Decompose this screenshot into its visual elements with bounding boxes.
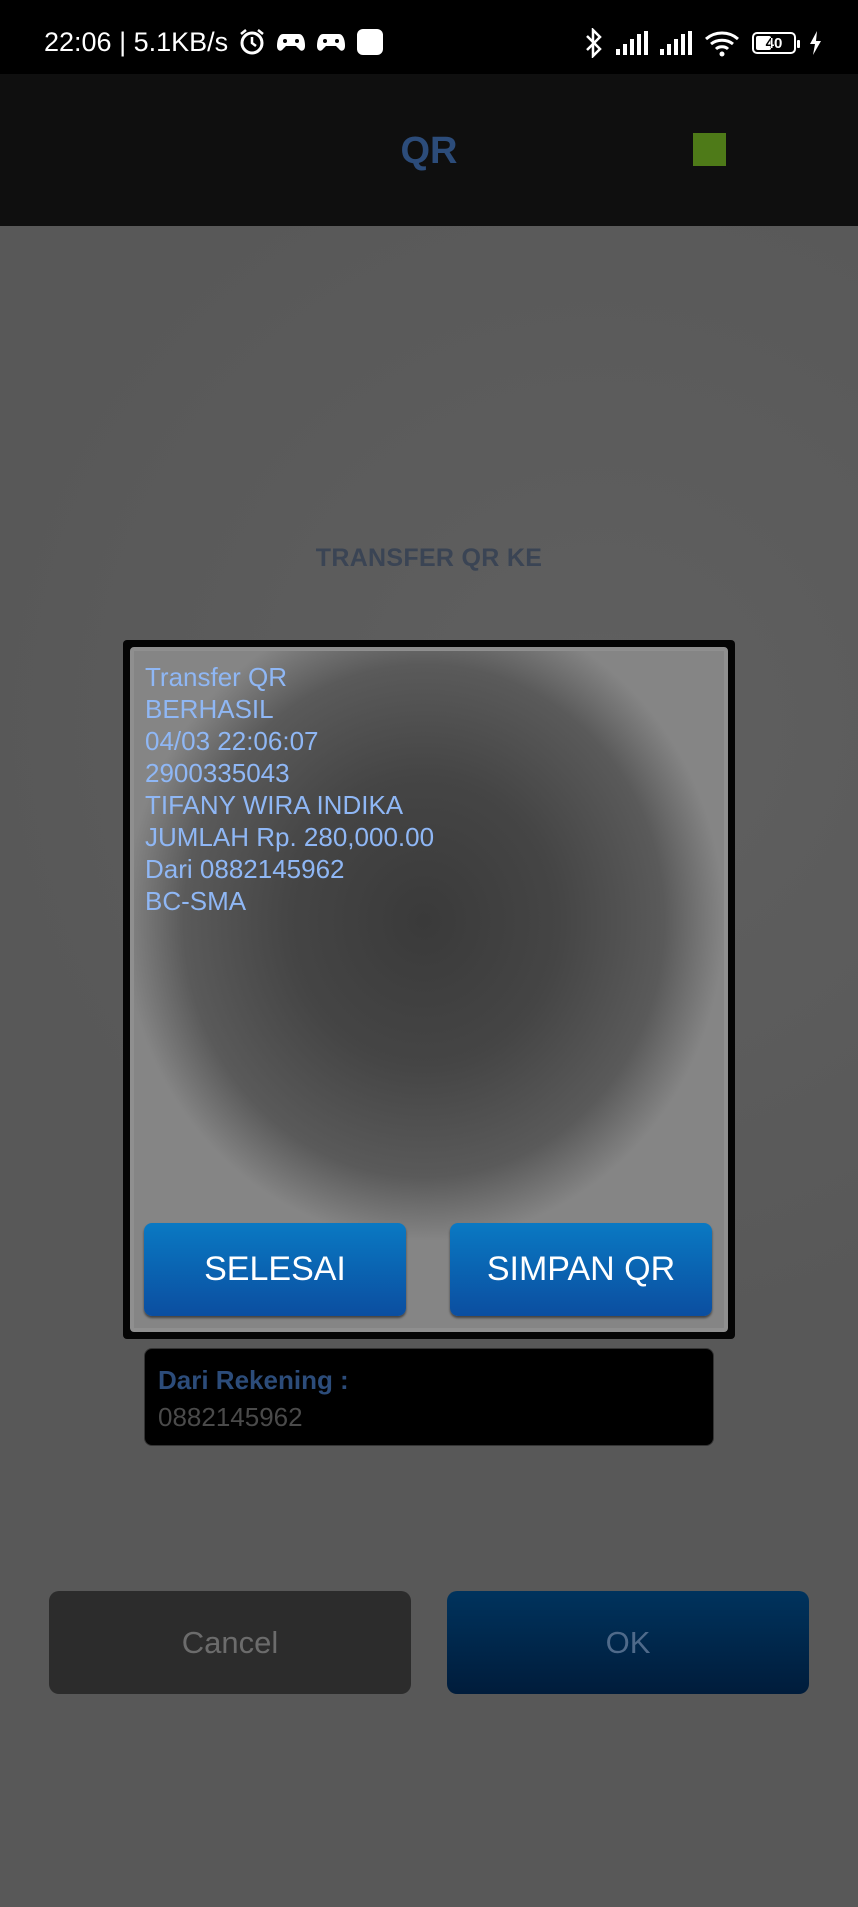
signal-icon — [616, 31, 648, 55]
battery-level: 40 — [765, 34, 783, 52]
dialog-panel: Transfer QR BERHASIL 04/03 22:06:07 2900… — [130, 647, 728, 1332]
signal-icon — [660, 31, 692, 55]
game-controller-icon — [276, 30, 306, 54]
receipt-line: TIFANY WIRA INDIKA — [145, 790, 404, 820]
status-indicator — [693, 133, 726, 166]
done-button[interactable]: SELESAI — [144, 1223, 406, 1316]
status-bar: 22:06 | 5.1KB/s 40 — [0, 0, 858, 74]
alarm-icon — [238, 28, 266, 56]
status-time-speed: 22:06 | 5.1KB/s — [44, 26, 229, 57]
status-right: 40 — [584, 28, 822, 58]
receipt-line: 04/03 22:06:07 — [145, 726, 319, 756]
save-qr-button[interactable]: SIMPAN QR — [450, 1223, 712, 1316]
app-header: QR — [0, 74, 858, 226]
receipt-line: Dari 0882145962 — [145, 854, 345, 884]
page-title: QR — [400, 130, 458, 172]
receipt-line: BERHASIL — [145, 694, 274, 724]
bluetooth-icon — [584, 28, 604, 58]
cancel-button[interactable]: Cancel — [49, 1591, 411, 1694]
game-controller-icon — [316, 30, 346, 54]
receipt-line: Transfer QR — [145, 662, 288, 692]
wifi-icon — [704, 29, 740, 57]
charging-icon — [808, 30, 822, 56]
receipt-line: 2900335043 — [145, 758, 290, 788]
from-account-label: Dari Rekening : — [158, 1365, 349, 1395]
status-left: 22:06 | 5.1KB/s — [44, 28, 384, 56]
battery-icon: 40 — [752, 32, 800, 54]
transfer-result-dialog: Transfer QR BERHASIL 04/03 22:06:07 2900… — [123, 640, 735, 1339]
receipt-line: BC-SMA — [145, 886, 247, 916]
section-title: TRANSFER QR KE — [315, 544, 543, 572]
from-account-field: Dari Rekening : 0882145962 — [144, 1348, 714, 1446]
ok-button[interactable]: OK — [447, 1591, 809, 1694]
app-notification-icon — [356, 28, 384, 56]
from-account-value: 0882145962 — [158, 1402, 303, 1432]
receipt-line: JUMLAH Rp. 280,000.00 — [145, 822, 435, 852]
receipt-text: Transfer QR BERHASIL 04/03 22:06:07 2900… — [145, 661, 434, 917]
